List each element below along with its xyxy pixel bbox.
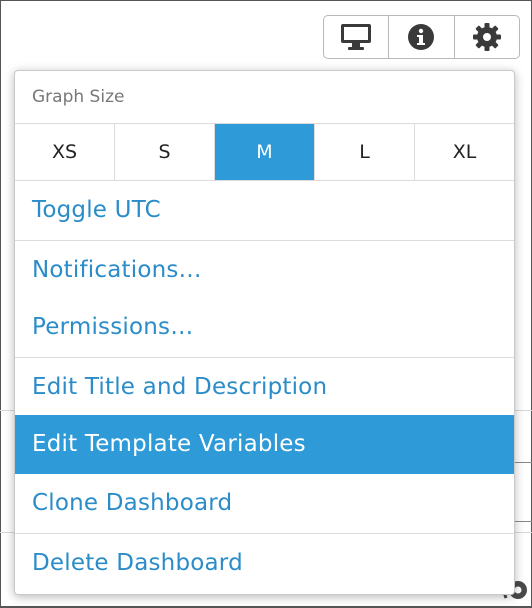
size-l-button[interactable]: L xyxy=(315,124,415,180)
clone-dashboard-item[interactable]: Clone Dashboard xyxy=(15,474,514,533)
toggle-utc-item[interactable]: Toggle UTC xyxy=(15,181,514,240)
permissions-item[interactable]: Permissions… xyxy=(15,298,514,357)
settings-button[interactable] xyxy=(455,16,519,58)
monitor-icon xyxy=(340,23,372,51)
edit-title-description-item[interactable]: Edit Title and Description xyxy=(15,356,514,416)
graph-size-selector: XS S M L XL xyxy=(15,123,514,181)
tv-mode-button[interactable] xyxy=(324,16,390,58)
edit-template-variables-item[interactable]: Edit Template Variables xyxy=(15,415,514,474)
notifications-item[interactable]: Notifications… xyxy=(15,239,514,299)
size-s-button[interactable]: S xyxy=(115,124,215,180)
dashboard-toolbar xyxy=(323,15,520,59)
size-xs-button[interactable]: XS xyxy=(15,124,115,180)
settings-dropdown-menu: Graph Size XS S M L XL Toggle UTC Notifi… xyxy=(14,70,515,595)
size-m-button[interactable]: M xyxy=(215,124,315,180)
info-button[interactable] xyxy=(389,16,455,58)
background-panel-edge xyxy=(512,462,532,522)
info-icon xyxy=(407,23,435,51)
size-xl-button[interactable]: XL xyxy=(415,124,514,180)
gear-icon xyxy=(472,22,502,52)
delete-dashboard-item[interactable]: Delete Dashboard xyxy=(15,532,514,592)
graph-size-label: Graph Size xyxy=(32,87,125,107)
